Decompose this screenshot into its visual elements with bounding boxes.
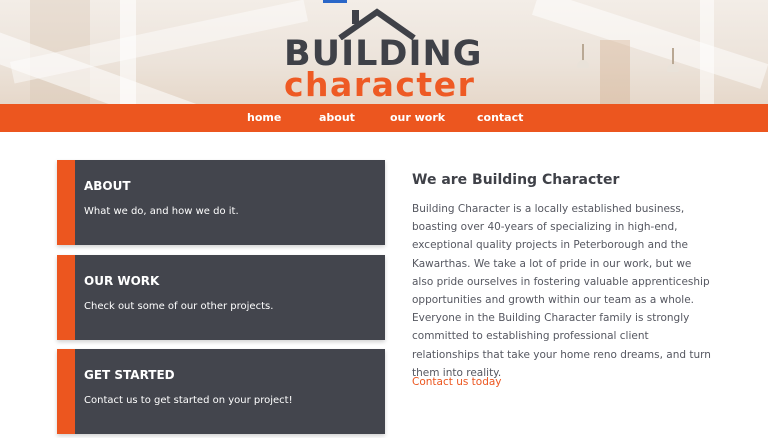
- contact-us-link[interactable]: Contact us today: [412, 373, 502, 391]
- card-get-started[interactable]: GET STARTED Contact us to get started on…: [57, 349, 385, 434]
- intro-paragraph: Building Character is a locally establis…: [412, 203, 711, 379]
- intro-heading: We are Building Character: [412, 172, 620, 188]
- card-description: What we do, and how we do it.: [84, 206, 239, 217]
- card-accent-bar: [57, 160, 75, 245]
- card-our-work[interactable]: OUR WORK Check out some of our other pro…: [57, 255, 385, 340]
- card-description: Check out some of our other projects.: [84, 301, 274, 312]
- card-accent-bar: [57, 255, 75, 340]
- pendant-lamp-icon: [667, 48, 679, 72]
- card-title: OUR WORK: [84, 274, 160, 288]
- nav-home[interactable]: home: [247, 110, 281, 126]
- hero-background-beam: [120, 0, 136, 104]
- hero-background-beam: [531, 0, 768, 89]
- card-about[interactable]: ABOUT What we do, and how we do it.: [57, 160, 385, 245]
- hero-banner: BUILDING character: [0, 0, 768, 104]
- nav-about[interactable]: about: [319, 110, 355, 126]
- nav-our-work[interactable]: our work: [390, 110, 445, 126]
- card-accent-bar: [57, 349, 75, 434]
- site-logo[interactable]: BUILDING character: [280, 8, 490, 102]
- card-title: ABOUT: [84, 179, 131, 193]
- card-title: GET STARTED: [84, 368, 175, 382]
- main-nav: home about our work contact: [0, 104, 768, 132]
- pendant-lamp-icon: [577, 44, 589, 68]
- nav-contact[interactable]: contact: [477, 110, 523, 126]
- top-accent-bar: [323, 0, 347, 3]
- hero-background-shape: [600, 40, 630, 104]
- card-description: Contact us to get started on your projec…: [84, 395, 293, 406]
- logo-wordmark-bottom: character: [284, 65, 476, 104]
- hero-background-beam: [700, 0, 714, 104]
